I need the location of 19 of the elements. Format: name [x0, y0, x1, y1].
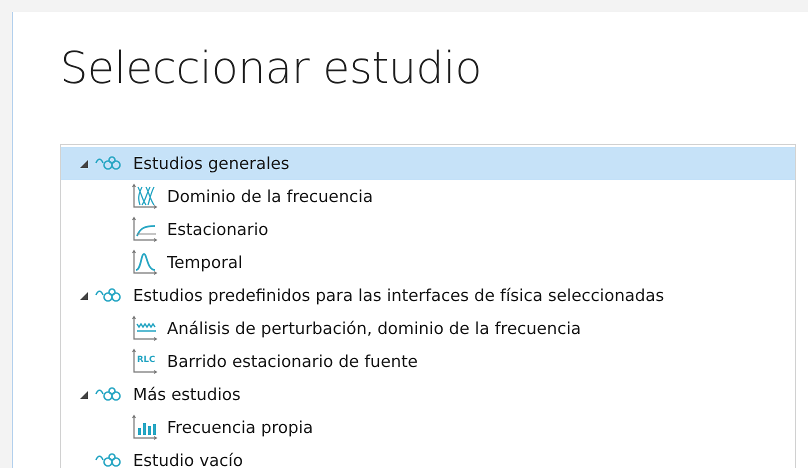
- tree-item[interactable]: Estudios generales: [61, 147, 795, 180]
- tree-item[interactable]: Dominio de la frecuencia: [61, 180, 795, 213]
- page-title: Seleccionar estudio: [60, 42, 482, 96]
- tree-item[interactable]: Estudios predefinidos para las interfaces de física seleccionadas: [61, 279, 795, 312]
- curve-chart-icon: [131, 216, 159, 244]
- expanded-arrow-icon[interactable]: [79, 290, 89, 300]
- bar-chart-icon: [131, 414, 159, 442]
- tree-item[interactable]: Más estudios: [61, 378, 795, 411]
- tree-item[interactable]: Temporal: [61, 246, 795, 279]
- expanded-arrow-icon[interactable]: [79, 158, 89, 168]
- tree-item[interactable]: Frecuencia propia: [61, 411, 795, 444]
- tree-item[interactable]: Estudio vacío: [61, 444, 795, 468]
- expanded-arrow-icon[interactable]: [79, 390, 89, 400]
- tree-item[interactable]: Estacionario: [61, 213, 795, 246]
- tree-item[interactable]: Análisis de perturbación, dominio de la frecuencia: [61, 312, 795, 345]
- peak-chart-icon: [131, 248, 159, 276]
- wave-chart-icon: [131, 314, 159, 342]
- frequency-waves-icon: [131, 182, 159, 210]
- tree-item[interactable]: RLC Barrido estacionario de fuente: [61, 345, 795, 378]
